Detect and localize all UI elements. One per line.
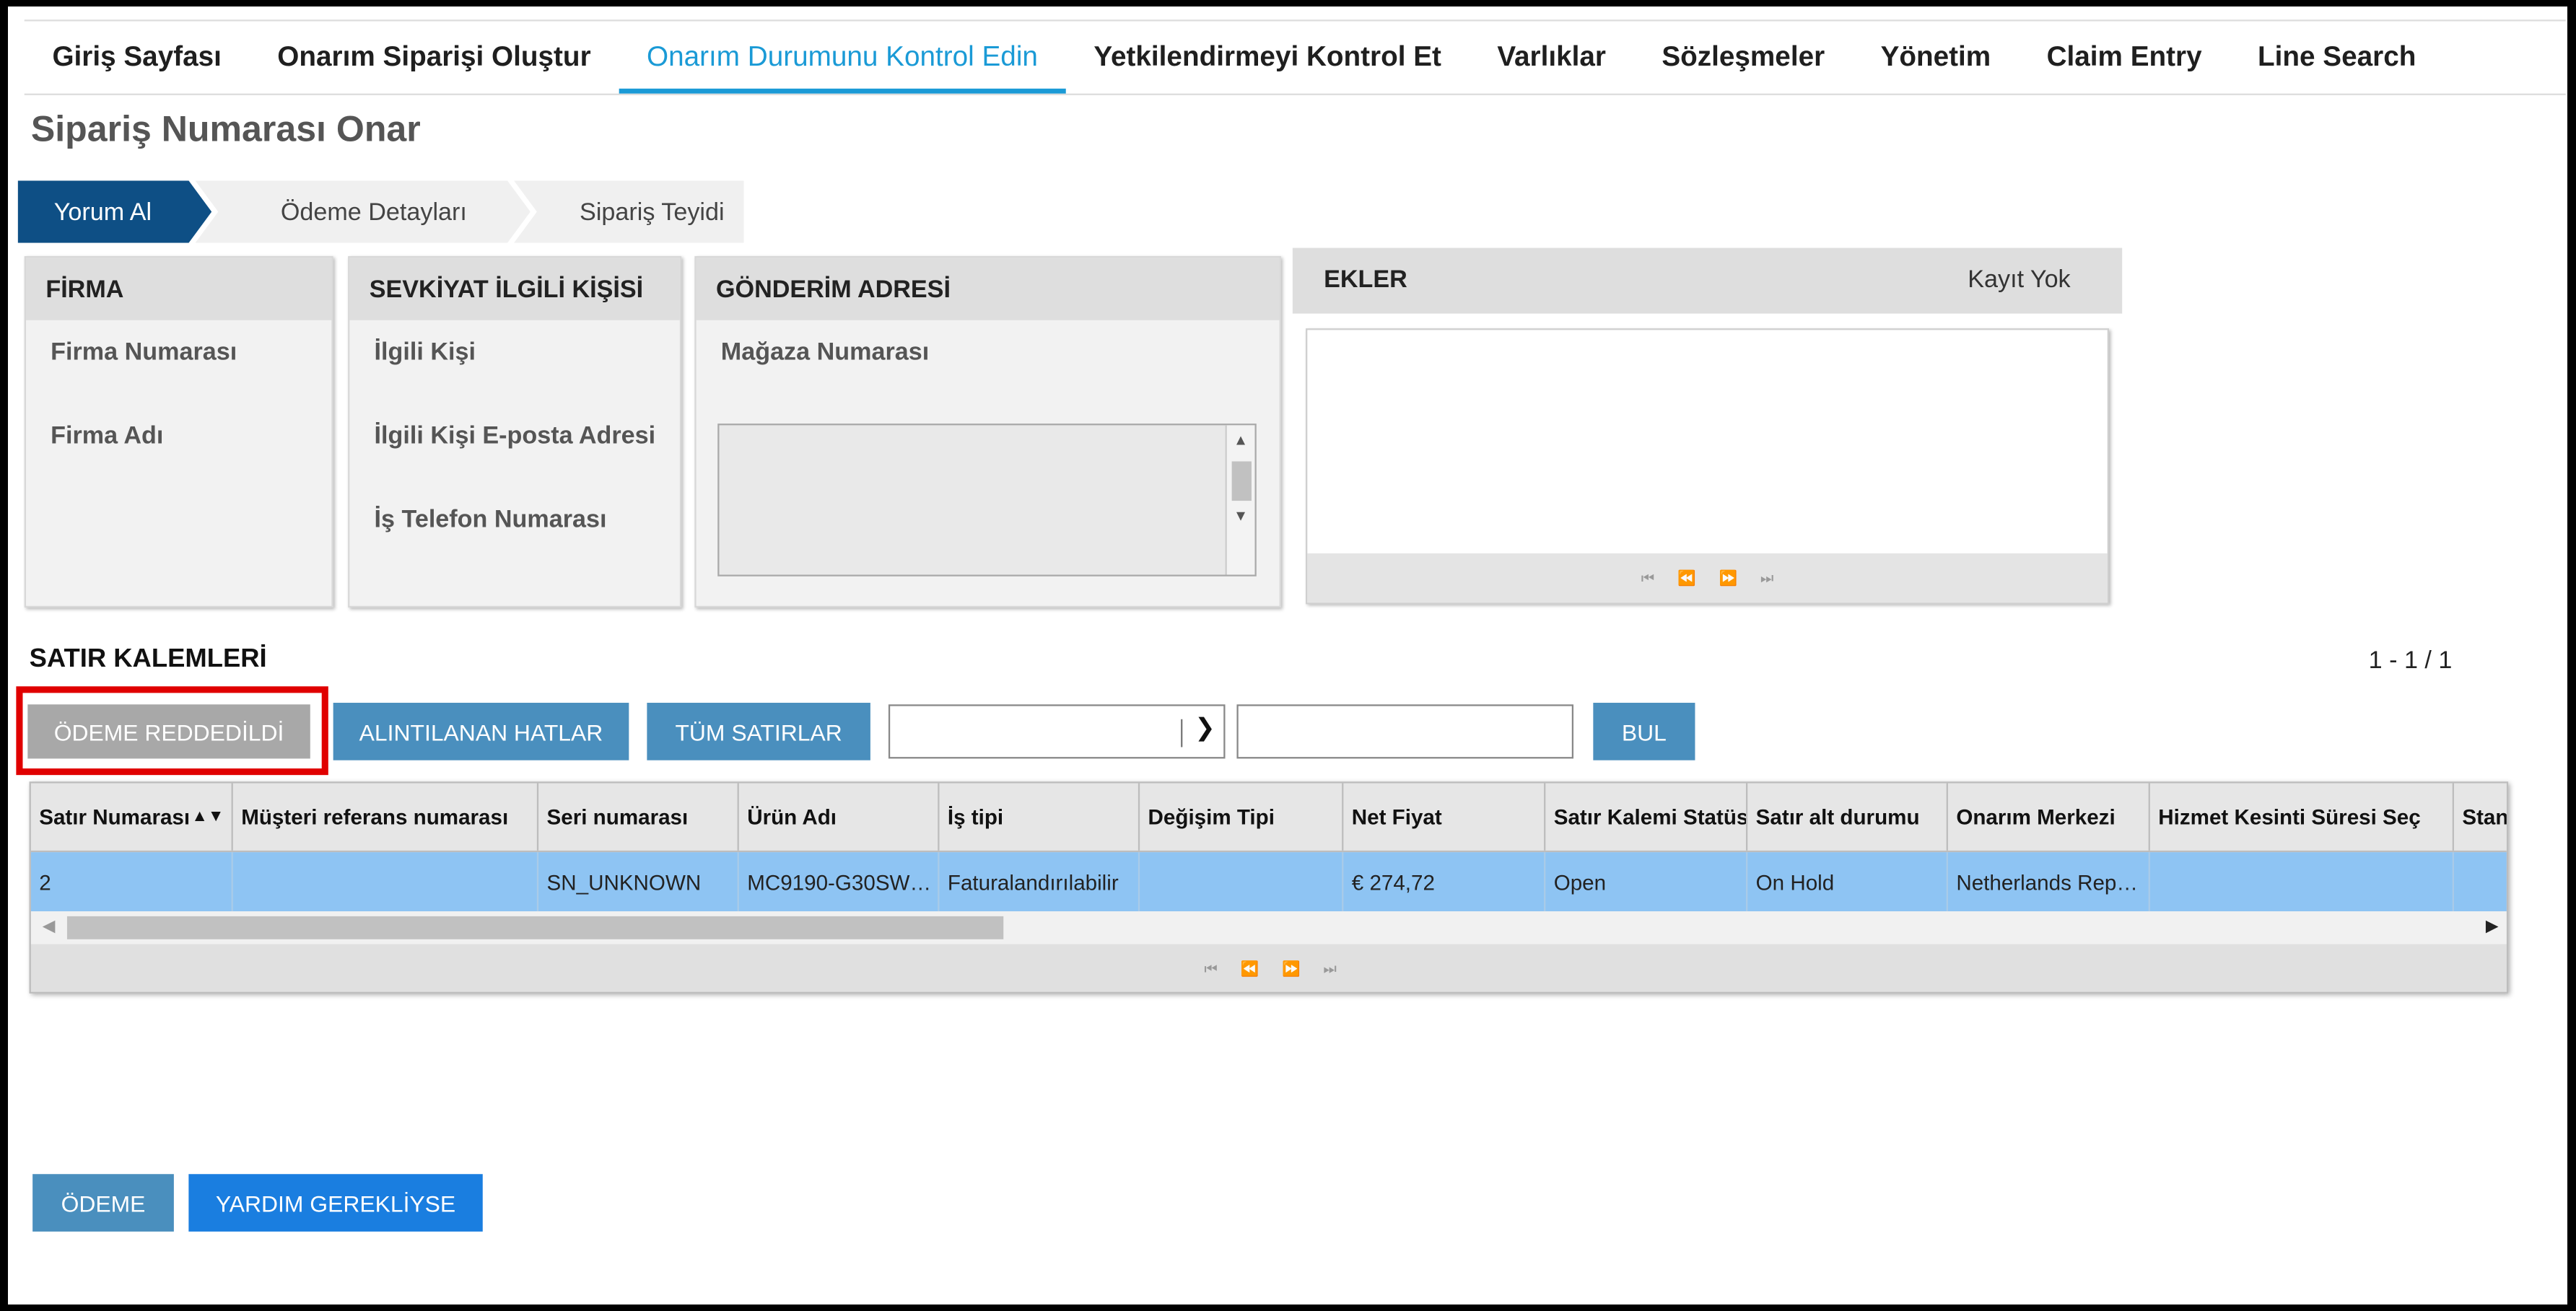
col-net-price[interactable]: Net Fiyat [1343,783,1546,851]
nav-line-search[interactable]: Line Search [2230,21,2444,93]
work-phone-label: İş Telefon Numarası [374,505,607,534]
repair-center-text: Netherlands Repair Center [1956,869,2141,895]
filter-column-select[interactable]: ❯ [888,704,1226,759]
cell-net-price: € 274,72 [1343,852,1546,912]
attachments-count: Kayıt Yok [1968,266,2071,294]
scroll-down-icon[interactable]: ▼ [1234,507,1248,524]
search-input[interactable] [1236,704,1574,759]
step-payment-details[interactable]: Ödeme Detayları [195,180,531,243]
nav-administration[interactable]: Yönetim [1853,21,2019,93]
col-line-substatus[interactable]: Satır alt durumu [1747,783,1948,851]
top-navigation: Giriş Sayfası Onarım Siparişi Oluştur On… [24,19,2566,95]
shipping-contact-panel: SEVKİYAT İLGİLİ KİŞİSİ İlgili Kişi İlgil… [348,255,682,608]
col-line-status[interactable]: Satır Kalemi Statüsü [1545,783,1748,851]
next-page-icon[interactable]: ⏩ [1719,569,1737,587]
nav-assets[interactable]: Varlıklar [1470,21,1634,93]
line-items-range: 1 - 1 / 1 [2368,646,2453,675]
payment-rejected-button[interactable]: ÖDEME REDDEDİLDİ [27,704,310,759]
line-items-grid: Satır Numarası ▲▼ Müşteri referans numara… [29,781,2509,994]
table-row[interactable]: 2 SN_UNKNOWN MC9190-G30SWEYA6WR Faturala… [30,852,2507,912]
col-serial-number[interactable]: Seri numarası [538,783,739,851]
col-line-number[interactable]: Satır Numarası ▲▼ [31,783,233,851]
col-service-downtime[interactable]: Hizmet Kesinti Süresi Seç [2150,783,2454,851]
grid-horizontal-scrollbar[interactable]: ◀ ▶ [30,911,2507,944]
cell-service-downtime [2150,852,2454,912]
grid-header: Satır Numarası ▲▼ Müşteri referans numara… [30,783,2507,853]
quoted-lines-button[interactable]: ALINTILANAN HATLAR [333,703,629,760]
prev-page-icon[interactable]: ⏪ [1241,960,1259,978]
scroll-right-icon[interactable]: ▶ [2486,918,2499,936]
last-page-icon[interactable]: ⏭ [1323,960,1336,978]
col-product-name[interactable]: Ürün Adı [739,783,940,851]
grid-scroll-thumb[interactable] [66,916,1004,939]
cell-serial-number: SN_UNKNOWN [538,852,739,912]
cell-standard [2454,852,2507,911]
nav-check-repair-status[interactable]: Onarım Durumunu Kontrol Edin [619,21,1066,94]
prev-page-icon[interactable]: ⏪ [1677,569,1696,587]
grid-pager: ⏮ ⏪ ⏩ ⏭ [30,944,2507,992]
line-items-title: SATIR KALEMLERİ [29,645,267,674]
chevron-down-icon[interactable]: ❯ [1195,713,1215,742]
col-line-number-label: Satır Numarası [39,804,191,830]
need-help-button[interactable]: YARDIM GEREKLİYSE [188,1174,483,1232]
col-repair-center[interactable]: Onarım Merkezi [1948,783,2150,851]
pay-button[interactable]: ÖDEME [32,1174,174,1232]
step-get-quote[interactable]: Yorum Al [17,180,212,243]
find-button[interactable]: BUL [1593,703,1695,760]
sort-up-down-icon[interactable]: ▲▼ [191,808,224,826]
select-divider [1181,719,1183,747]
progress-steps: Yorum Al Ödeme Detayları Sipariş Teyidi [17,180,757,243]
shipping-contact-title: SEVKİYAT İLGİLİ KİŞİSİ [349,258,680,320]
cell-repair-center: Netherlands Repair Center [1948,852,2150,912]
col-job-type[interactable]: İş tipi [939,783,1140,851]
next-page-icon[interactable]: ⏩ [1282,960,1301,978]
cell-line-number: 2 [31,852,233,912]
contact-person-label: İlgili Kişi [374,338,476,367]
company-panel-title: FİRMA [26,258,332,320]
scroll-up-icon[interactable]: ▲ [1234,431,1248,448]
step-order-confirmation[interactable]: Sipariş Teyidi [514,180,744,243]
scroll-thumb[interactable] [1231,461,1252,501]
company-name-label: Firma Adı [51,421,164,450]
nav-create-repair-order[interactable]: Onarım Siparişi Oluştur [250,21,619,93]
cell-job-type: Faturalandırılabilir [939,852,1140,912]
product-name-text: MC9190-G30SWEYA6WR [747,869,931,895]
attachments-panel: EKLER Kayıt Yok ⏮ ⏪ ⏩ ⏭ [1292,247,2123,610]
scroll-left-icon[interactable]: ◀ [43,918,56,936]
all-lines-button[interactable]: TÜM SATIRLAR [647,703,870,760]
nav-home[interactable]: Giriş Sayfası [25,21,250,93]
address-textarea[interactable]: ▲ ▼ [717,424,1257,576]
col-standard[interactable]: Standart [2454,784,2506,851]
store-number-label: Mağaza Numarası [720,338,930,367]
cell-customer-reference [233,852,539,912]
attachments-list: ⏮ ⏪ ⏩ ⏭ [1306,328,2110,605]
cell-line-status: Open [1545,852,1748,912]
nav-check-authorization[interactable]: Yetkilendirmeyi Kontrol Et [1066,21,1470,93]
attachments-pager: ⏮ ⏪ ⏩ ⏭ [1307,553,2108,603]
page-title: Sipariş Numarası Onar [30,108,421,150]
cell-line-substatus: On Hold [1747,852,1948,912]
cell-exchange-type [1140,852,1344,912]
address-scrollbar[interactable]: ▲ ▼ [1225,425,1255,575]
shipping-address-panel: GÖNDERİM ADRESİ Mağaza Numarası ▲ ▼ [694,255,1281,608]
cell-product-name: MC9190-G30SWEYA6WR [739,852,940,912]
first-page-icon[interactable]: ⏮ [1204,960,1217,978]
shipping-address-title: GÖNDERİM ADRESİ [696,258,1280,320]
col-customer-reference[interactable]: Müşteri referans numarası [233,783,539,851]
contact-email-label: İlgili Kişi E-posta Adresi [374,421,656,450]
nav-claim-entry[interactable]: Claim Entry [2019,21,2230,93]
last-page-icon[interactable]: ⏭ [1760,569,1773,587]
attachments-title: EKLER [1324,266,1407,294]
company-number-label: Firma Numarası [51,338,237,367]
nav-contracts[interactable]: Sözleşmeler [1634,21,1853,93]
company-panel: FİRMA Firma Numarası Firma Adı [24,255,333,608]
first-page-icon[interactable]: ⏮ [1641,569,1654,587]
col-exchange-type[interactable]: Değişim Tipi [1140,783,1344,851]
app-window: Giriş Sayfası Onarım Siparişi Oluştur On… [8,6,2567,1305]
